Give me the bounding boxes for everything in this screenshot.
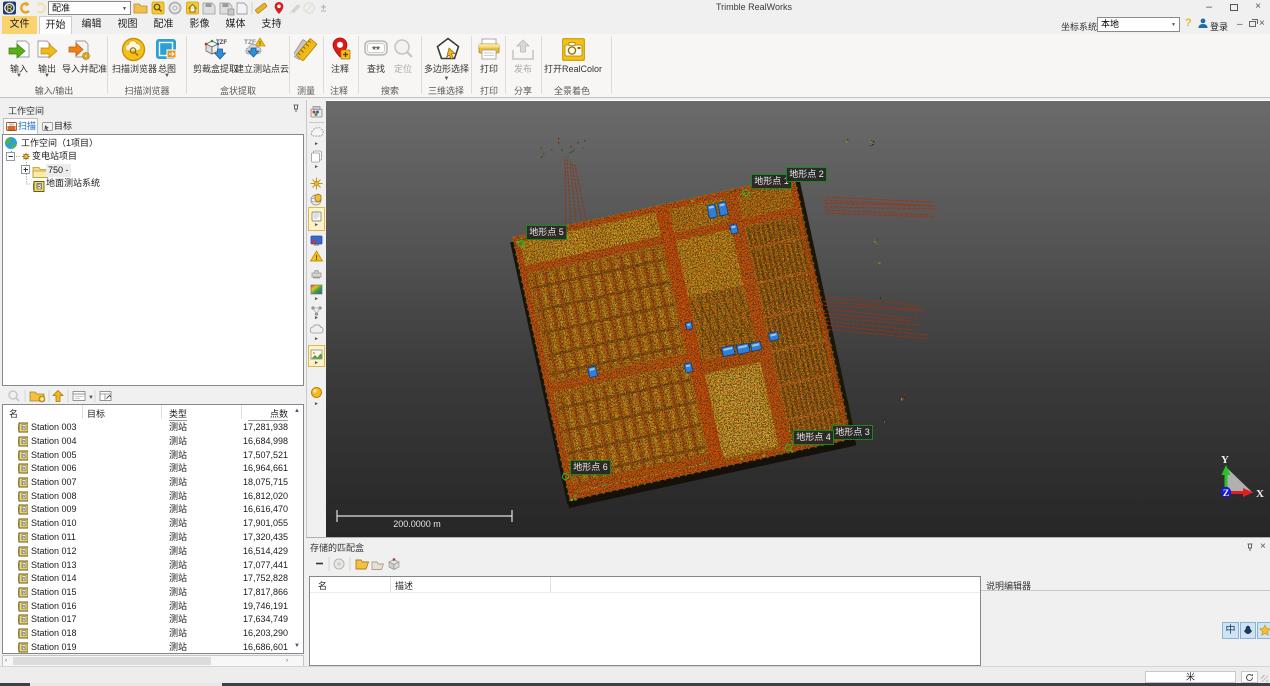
svg-text:!: !: [259, 41, 261, 47]
svg-text:Y: Y: [1221, 454, 1229, 466]
svg-text:Z: Z: [1223, 489, 1229, 499]
svg-text:X: X: [1256, 488, 1264, 500]
svg-text:R: R: [37, 184, 41, 190]
svg-text:**: **: [372, 45, 380, 56]
svg-text:!: !: [315, 255, 317, 262]
svg-text:▼: ▼: [88, 395, 94, 401]
svg-text:R: R: [7, 4, 13, 13]
svg-text:200.0000 m: 200.0000 m: [393, 519, 441, 529]
